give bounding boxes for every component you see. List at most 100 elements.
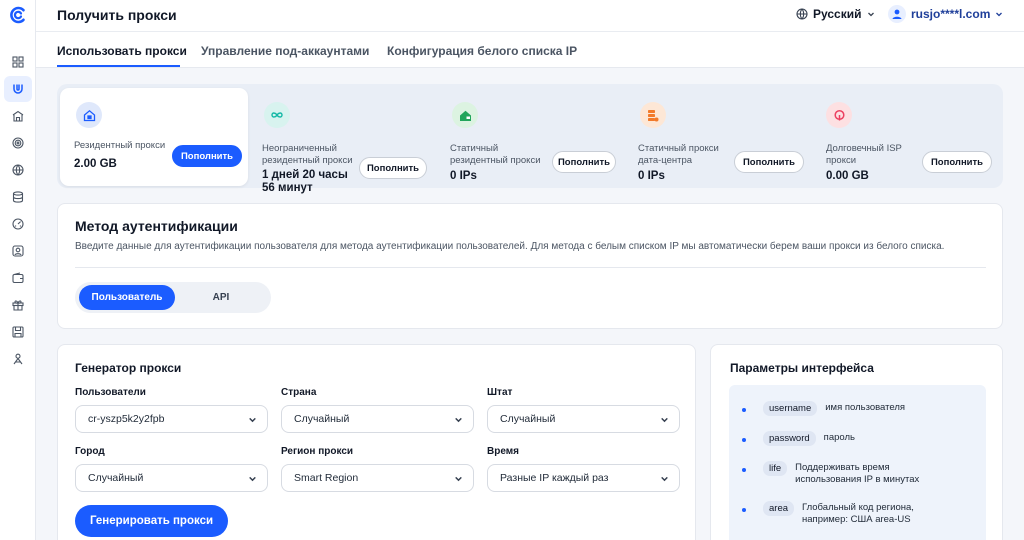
top-header: Получить прокси Русский rusjo****l.com (36, 0, 1024, 32)
bullet (742, 408, 746, 412)
top-up-button[interactable]: Пополнить (359, 157, 427, 179)
building-icon[interactable] (4, 103, 32, 129)
select-value: cr-yszp5k2y2fpb (88, 413, 165, 425)
param-key: life (763, 461, 788, 476)
target-icon[interactable] (4, 130, 32, 156)
divider (75, 267, 986, 268)
server-icon (640, 102, 666, 128)
auth-method-card: Метод аутентификации Введите данные для … (57, 203, 1003, 329)
params-list: username имя пользователя password парол… (729, 385, 986, 540)
list-item: area Глобальный код региона, например: С… (742, 501, 942, 526)
tab-use-proxy[interactable]: Использовать прокси (57, 44, 187, 58)
brand-logo-icon[interactable] (9, 6, 27, 29)
wallet-icon[interactable] (4, 265, 32, 291)
time-select[interactable]: Разные IP каждый раз (487, 464, 680, 492)
product-value: 0 IPs (450, 170, 477, 182)
user-menu[interactable]: rusjo****l.com (888, 5, 1003, 23)
state-label: Штат (487, 387, 513, 398)
chevron-down-icon (996, 12, 1003, 17)
list-item: life Поддерживать время использования IP… (742, 461, 945, 486)
sidebar (0, 0, 36, 540)
user-card-icon[interactable] (4, 238, 32, 264)
auth-method-description: Введите данные для аутентификации пользо… (75, 241, 945, 252)
param-description: Глобальный код региона, например: США ar… (802, 502, 914, 525)
product-name: Статичный резидентный прокси (450, 143, 541, 166)
proxy-region-label: Регион прокси (281, 446, 354, 457)
auth-method-title: Метод аутентификации (75, 218, 238, 234)
top-up-button[interactable]: Пополнить (172, 145, 242, 167)
product-card-static-residential[interactable]: Статичный резидентный прокси 0 IPs Попол… (438, 88, 624, 186)
product-value: 0 IPs (638, 170, 665, 182)
chevron-down-icon (661, 417, 668, 422)
gift-icon[interactable] (4, 292, 32, 318)
param-key: password (763, 431, 816, 446)
bullet (742, 508, 746, 512)
user-email: rusjo****l.com (911, 7, 991, 21)
param-description: Поддерживать время использования IP в ми… (795, 462, 920, 485)
referral-icon[interactable] (4, 346, 32, 372)
param-description: пароль (823, 432, 855, 443)
tab-ip-whitelist[interactable]: Конфигурация белого списка IP (387, 44, 577, 58)
chevron-down-icon (455, 476, 462, 481)
product-value: 0.00 GB (826, 170, 869, 182)
isp-icon (826, 102, 852, 128)
product-name: Статичный прокси дата-центра (638, 143, 719, 166)
proxy-region-select[interactable]: Smart Region (281, 464, 474, 492)
page-title: Получить прокси (57, 7, 177, 23)
chevron-down-icon (661, 476, 668, 481)
country-label: Страна (281, 387, 317, 398)
bullet (742, 438, 746, 442)
params-title: Параметры интерфейса (730, 361, 874, 375)
database-icon[interactable] (4, 184, 32, 210)
city-label: Город (75, 446, 105, 457)
auth-option-api[interactable]: API (175, 285, 267, 310)
users-select[interactable]: cr-yszp5k2y2fpb (75, 405, 268, 433)
product-card-residential[interactable]: Резидентный прокси 2.00 GB Пополнить (60, 88, 248, 186)
city-select[interactable]: Случайный (75, 464, 268, 492)
param-key: area (763, 501, 795, 516)
select-value: Случайный (500, 413, 556, 425)
product-card-isp[interactable]: Долговечный ISP прокси 0.00 GB Пополнить (814, 88, 1000, 186)
select-value: Случайный (294, 413, 350, 425)
avatar (888, 5, 906, 23)
select-value: Smart Region (294, 472, 359, 484)
chevron-down-icon (249, 476, 256, 481)
select-value: Разные IP каждый раз (500, 472, 609, 484)
auth-method-toggle: Пользователь API (75, 282, 271, 313)
top-up-button[interactable]: Пополнить (734, 151, 804, 173)
gauge-icon[interactable] (4, 211, 32, 237)
globe-icon[interactable] (4, 157, 32, 183)
active-tab-indicator (57, 65, 180, 67)
top-up-button[interactable]: Пополнить (552, 151, 616, 173)
select-value: Случайный (88, 472, 144, 484)
time-label: Время (487, 446, 519, 457)
product-card-unlimited-residential[interactable]: Неограниченный резидентный прокси 1 дней… (250, 88, 436, 194)
product-name: Неограниченный резидентный прокси (262, 143, 353, 166)
proxy-generator-card: Генератор прокси Пользователи cr-yszp5k2… (57, 344, 696, 540)
interface-params-card: Параметры интерфейса username имя пользо… (710, 344, 1003, 540)
tab-bar: Использовать прокси Управление под-аккау… (36, 32, 1024, 68)
auth-option-user[interactable]: Пользователь (79, 285, 175, 310)
generator-title: Генератор прокси (75, 361, 182, 375)
tab-sub-accounts[interactable]: Управление под-аккаунтами (201, 44, 369, 58)
magnet-icon[interactable] (4, 76, 32, 102)
top-up-button[interactable]: Пополнить (922, 151, 992, 173)
country-select[interactable]: Случайный (281, 405, 474, 433)
list-item: username имя пользователя (742, 401, 905, 416)
chevron-down-icon (455, 417, 462, 422)
param-description: имя пользователя (825, 402, 906, 413)
generate-proxy-button[interactable]: Генерировать прокси (75, 505, 228, 537)
users-label: Пользователи (75, 387, 146, 398)
bullet (742, 468, 746, 472)
save-icon[interactable] (4, 319, 32, 345)
dashboard-icon[interactable] (4, 49, 32, 75)
product-value: 1 дней 20 часы 56 минут (262, 169, 348, 194)
language-selector[interactable]: Русский (796, 7, 875, 21)
state-select[interactable]: Случайный (487, 405, 680, 433)
product-balances: Резидентный прокси 2.00 GB Пополнить Нео… (57, 84, 1003, 194)
infinity-icon (264, 102, 290, 128)
chevron-down-icon (249, 417, 256, 422)
product-card-datacenter[interactable]: Статичный прокси дата-центра 0 IPs Попол… (626, 88, 812, 186)
param-key: username (763, 401, 818, 416)
product-value: 2.00 GB (74, 158, 117, 170)
